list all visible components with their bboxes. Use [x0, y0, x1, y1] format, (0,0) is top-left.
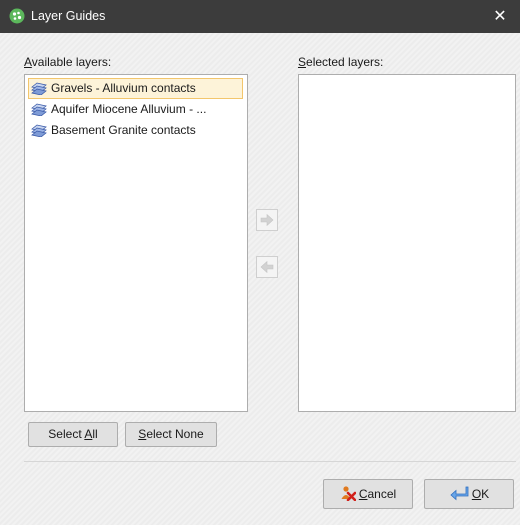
cancel-button[interactable]: Cancel — [323, 479, 413, 509]
arrow-left-icon — [260, 260, 274, 274]
dialog-content: Available layers: Gravels - Alluvium con… — [0, 33, 520, 525]
layer-guide-icon — [31, 103, 47, 116]
separator — [24, 461, 516, 462]
layer-guide-icon — [31, 124, 47, 137]
available-layer-label: Basement Granite contacts — [51, 123, 196, 137]
available-layers-label: Available layers: — [24, 55, 112, 69]
available-layer-label: Gravels - Alluvium contacts — [51, 81, 196, 95]
ok-button[interactable]: OK — [424, 479, 514, 509]
available-layers-items: Gravels - Alluvium contacts Aquifer Mioce… — [25, 75, 247, 141]
select-none-button[interactable]: Select None — [125, 422, 217, 447]
available-layer-item[interactable]: Gravels - Alluvium contacts — [28, 78, 243, 99]
app-icon — [9, 8, 25, 24]
layer-guide-icon — [31, 82, 47, 95]
arrow-right-icon — [260, 213, 274, 227]
add-layer-button[interactable] — [256, 209, 278, 231]
available-layer-label: Aquifer Miocene Alluvium - ... — [51, 102, 207, 116]
available-layers-list[interactable]: Gravels - Alluvium contacts Aquifer Mioce… — [24, 74, 248, 412]
available-layer-item[interactable]: Aquifer Miocene Alluvium - ... — [25, 99, 247, 120]
remove-layer-button[interactable] — [256, 256, 278, 278]
selected-layers-label: Selected layers: — [298, 55, 384, 69]
layer-guides-dialog: Layer Guides ✕ Available layers: Gravels… — [0, 0, 520, 525]
close-button[interactable]: ✕ — [480, 0, 520, 33]
enter-icon — [450, 486, 469, 501]
select-all-button[interactable]: Select All — [28, 422, 118, 447]
available-layer-item[interactable]: Basement Granite contacts — [25, 120, 247, 141]
selected-layers-list[interactable] — [298, 74, 516, 412]
cancel-icon — [341, 486, 356, 502]
title-bar: Layer Guides ✕ — [0, 0, 520, 33]
window-title: Layer Guides — [31, 9, 106, 23]
